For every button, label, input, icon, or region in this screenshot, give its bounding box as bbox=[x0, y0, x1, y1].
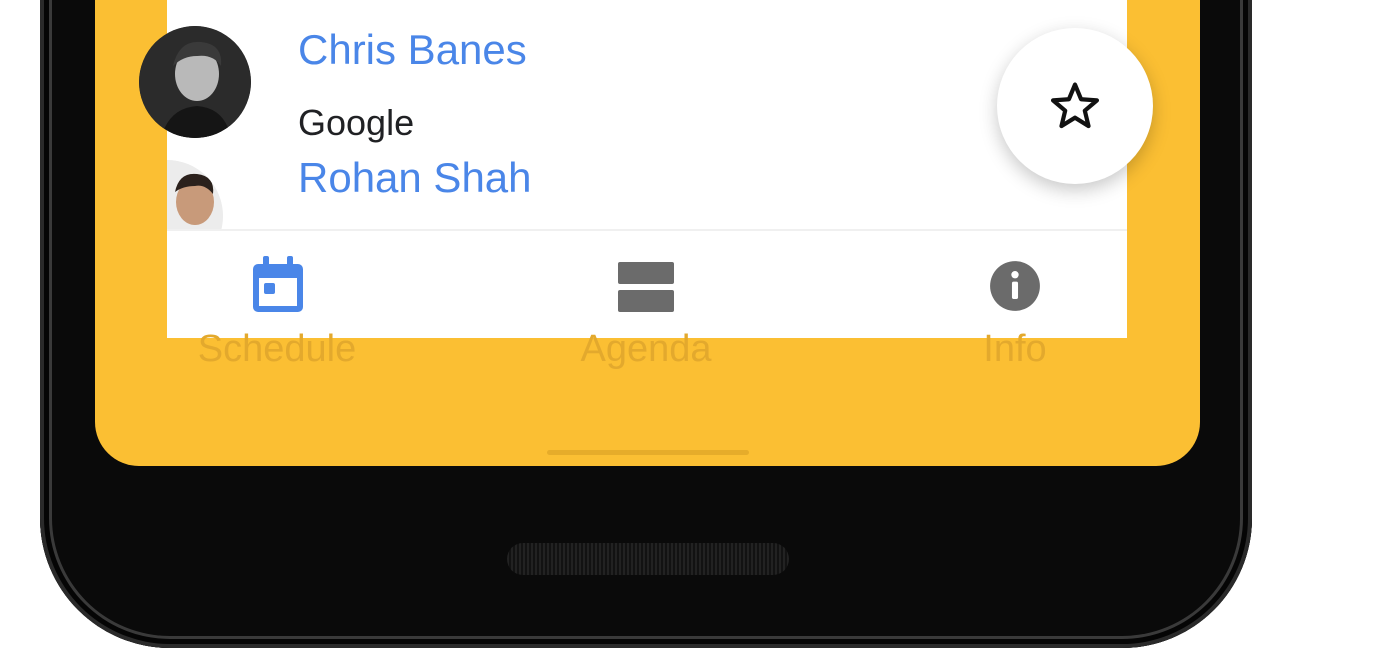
gesture-handle[interactable] bbox=[547, 450, 749, 455]
calendar-icon bbox=[253, 256, 303, 312]
earpiece-speaker bbox=[507, 543, 789, 575]
agenda-icon bbox=[618, 262, 674, 312]
info-icon bbox=[990, 261, 1040, 311]
phone-screen: Chris Banes Google Rohan Shah Schedule A… bbox=[95, 0, 1200, 466]
